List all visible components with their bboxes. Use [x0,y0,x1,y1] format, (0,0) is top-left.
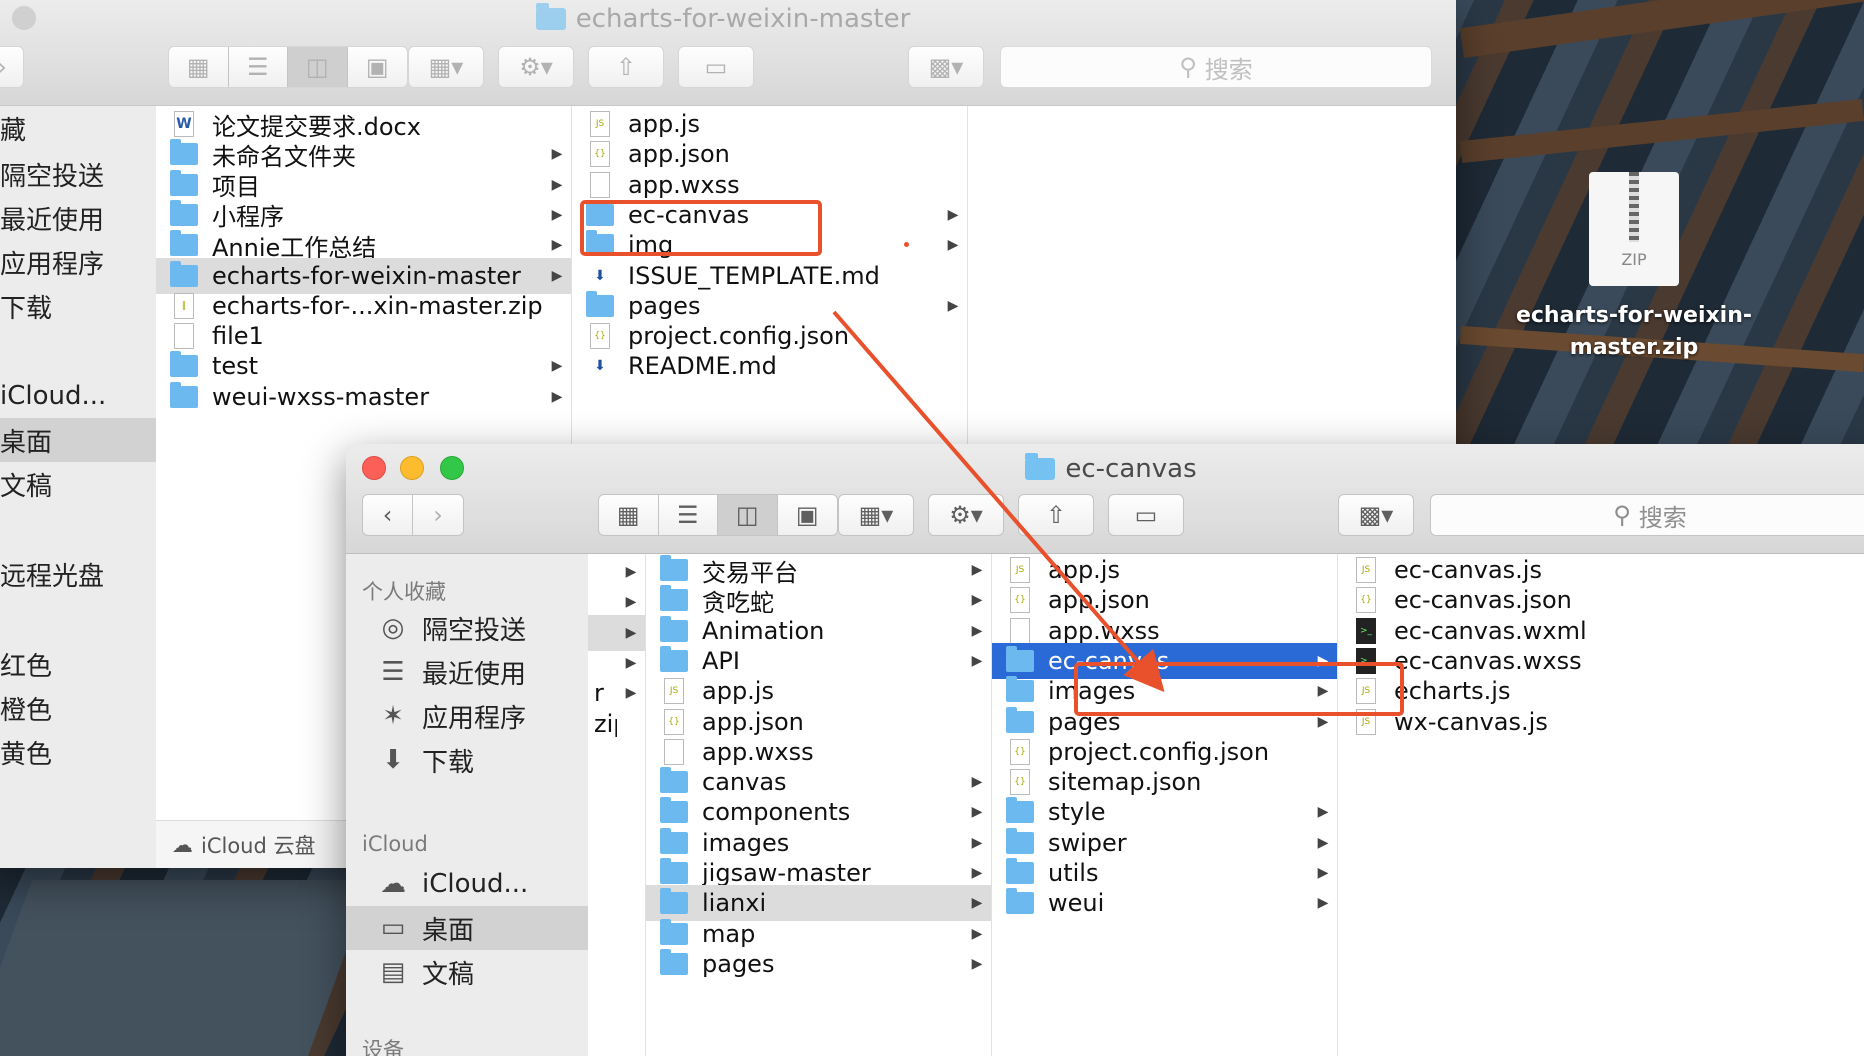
annotation-arrow [832,310,1165,693]
